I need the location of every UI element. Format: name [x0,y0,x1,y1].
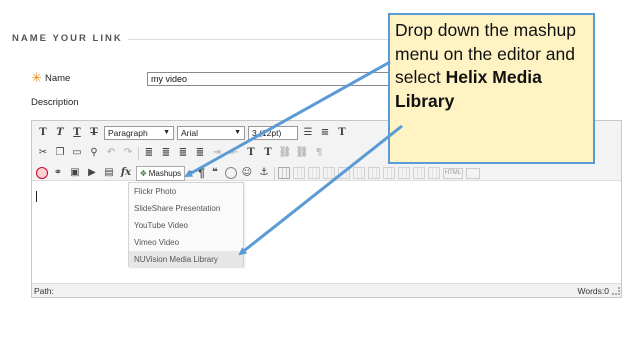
description-label: Description [31,97,79,108]
table-icon[interactable] [307,167,320,179]
format-select-value: Paragraph [108,128,148,138]
rtl-icon[interactable]: ¶ [312,146,326,160]
name-input[interactable]: my video [147,72,392,86]
section-title: NAME YOUR LINK [12,33,123,44]
toolbar-row-1: T T T T Paragraph ▼ Arial ▼ 3 (12pt) ☰ ≡… [36,124,349,142]
record-icon[interactable] [36,167,48,179]
chevron-down-icon[interactable]: ▼ [188,170,195,177]
align-right-icon[interactable]: ≣ [176,146,190,160]
copyright-icon[interactable] [224,167,237,179]
menu-item-youtube[interactable]: YouTube Video [129,217,243,234]
size-select[interactable]: 3 (12pt) [248,126,298,140]
embed-icon[interactable]: ▤ [102,166,116,180]
table-icon[interactable] [352,167,365,179]
justify-icon[interactable]: ≣ [193,146,207,160]
indent-icon[interactable]: ⇥ [210,146,224,160]
font-select-value: Arial [181,128,199,138]
italic-button[interactable]: T [53,126,67,140]
superscript-icon[interactable]: T [244,146,258,160]
path-label: Path: [34,286,54,296]
copy-icon[interactable]: ❐ [53,146,67,160]
table-icon[interactable] [322,167,335,179]
menu-item-nuvision[interactable]: NUVision Media Library [129,251,243,268]
bullet-list-icon[interactable]: ☰ [301,126,315,140]
align-left-icon[interactable]: ≣ [142,146,156,160]
underline-button[interactable]: T [70,126,84,140]
bold-button[interactable]: T [36,126,50,140]
editor-status-bar: Path: Words:0 [32,283,621,297]
align-center-icon[interactable]: ≣ [159,146,173,160]
name-label: Name [45,73,71,84]
instruction-callout: Drop down the mashup menu on the editor … [388,13,595,164]
text-color-icon[interactable]: T [335,126,349,140]
table-icon[interactable] [292,167,305,179]
table-icon[interactable] [277,167,290,179]
font-select[interactable]: Arial ▼ [177,126,245,140]
menu-item-vimeo[interactable]: Vimeo Video [129,234,243,251]
size-select-value: 3 (12pt) [252,128,282,138]
strikethrough-button[interactable]: T [87,126,101,140]
outdent-icon[interactable]: ⇤ [227,146,241,160]
table-icon[interactable] [427,167,440,179]
media-icon[interactable]: ▶ [85,166,99,180]
mashups-dropdown-menu: Flickr Photo SlideShare Presentation You… [128,182,244,268]
mashups-icon: ✥ [140,168,147,178]
chevron-down-icon: ▼ [163,129,170,136]
word-count: Words:0 [577,286,610,296]
table-icon[interactable] [382,167,395,179]
required-icon: ✳ [31,70,42,85]
menu-item-flickr[interactable]: Flickr Photo [129,183,243,200]
toolbar-row-3: ⚭ ▣ ▶ ▤ fx ✥ Mashups ▼ ¶ ❝ ☺ ⚓ HTML [36,164,481,182]
css-icon[interactable] [466,167,481,179]
cut-icon[interactable]: ✂ [36,146,50,160]
anchor-icon[interactable]: ⚓ [257,166,271,180]
table-icon[interactable] [337,167,350,179]
resize-grip-icon[interactable] [612,287,620,295]
mashups-label: Mashups [148,168,182,178]
emoji-icon[interactable]: ☺ [240,166,254,180]
redo-icon[interactable]: ↷ [121,146,135,160]
unlink-icon[interactable]: ⛓ [295,146,309,160]
math-function-icon[interactable]: fx [119,166,133,180]
html-button[interactable]: HTML [442,167,464,179]
find-icon[interactable]: ⚲ [87,146,101,160]
quote-icon[interactable]: ❝ [208,166,222,180]
menu-item-slideshare[interactable]: SlideShare Presentation [129,200,243,217]
toolbar-row-2: ✂ ❐ ▭ ⚲ ↶ ↷ ≣ ≣ ≣ ≣ ⇥ ⇤ T T ⛓ ⛓ ¶ [36,144,326,162]
tb-separator [138,146,139,160]
chevron-down-icon: ▼ [234,129,241,136]
mashups-button[interactable]: ✥ Mashups [136,165,186,181]
image-icon[interactable]: ▣ [68,166,82,180]
numbered-list-icon[interactable]: ≡ [318,126,332,140]
tb-separator [273,166,275,180]
text-cursor [36,191,37,202]
table-icon[interactable] [412,167,425,179]
table-icon[interactable] [367,167,380,179]
undo-icon[interactable]: ↶ [104,146,118,160]
attach-icon[interactable]: ⚭ [51,166,65,180]
format-select[interactable]: Paragraph ▼ [104,126,174,140]
paragraph-icon[interactable]: ¶ [198,166,205,180]
table-icon[interactable] [397,167,410,179]
section-divider [128,39,390,40]
subscript-icon[interactable]: T [261,146,275,160]
paste-icon[interactable]: ▭ [70,146,84,160]
link-icon[interactable]: ⛓ [278,146,292,160]
